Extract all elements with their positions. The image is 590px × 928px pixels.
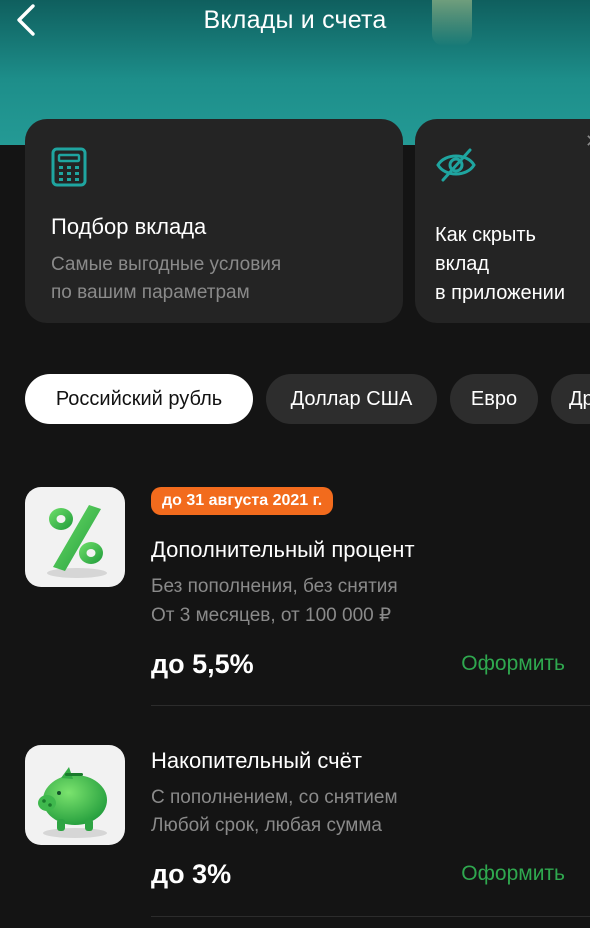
promo-badge: до 31 августа 2021 г.: [151, 487, 334, 515]
product-terms: От 3 месяцев, от 100 000 ₽: [151, 605, 392, 626]
promo-title: Подбор вклада: [51, 214, 207, 239]
chip-eur[interactable]: Евро: [450, 374, 538, 424]
promo-subtitle: Самые выгодные условия по вашим параметр…: [51, 251, 371, 307]
hide-deposit-card[interactable]: ✕ Как скрыть вклад в приложении: [415, 119, 590, 323]
product-title[interactable]: Дополнительный процент: [151, 537, 415, 563]
divider: [151, 705, 590, 706]
apply-button[interactable]: Оформить: [461, 862, 565, 886]
divider: [151, 916, 590, 917]
percent-icon: [25, 505, 125, 587]
product-title[interactable]: Накопительный счёт: [151, 748, 362, 774]
product-conditions: С пополнением, со снятием: [151, 787, 398, 808]
calculator-icon: [51, 147, 87, 192]
promo-subtitle-line: по вашим параметрам: [51, 282, 250, 303]
promo-subtitle-line: Самые выгодные условия: [51, 254, 282, 275]
close-icon[interactable]: ✕: [585, 131, 590, 152]
chip-other[interactable]: Др: [551, 374, 590, 424]
product-terms: Любой срок, любая сумма: [151, 815, 382, 836]
eye-off-icon: [435, 147, 477, 188]
product-thumbnail: [25, 745, 125, 845]
product-rate: до 5,5%: [151, 649, 254, 679]
apply-button[interactable]: Оформить: [461, 652, 565, 676]
deposit-selection-card[interactable]: Подбор вклада Самые выгодные условия по …: [25, 119, 403, 323]
chip-usd[interactable]: Доллар США: [266, 374, 437, 424]
product-thumbnail: [25, 487, 125, 587]
product-conditions: Без пополнения, без снятия: [151, 576, 398, 597]
promo-title-line: Как скрыть: [435, 224, 536, 246]
piggy-bank-icon: [25, 767, 125, 845]
promo-title-line: в приложении: [435, 282, 565, 304]
promo-title-line: вклад: [435, 253, 490, 275]
screen: Вклады и счета Подбор вклада Самые выгод…: [0, 0, 590, 928]
promo-title: Как скрыть вклад в приложении: [435, 221, 590, 308]
chip-rub[interactable]: Российский рубль: [25, 374, 253, 424]
page-title: Вклады и счета: [203, 6, 387, 34]
product-rate: до 3%: [151, 859, 232, 889]
